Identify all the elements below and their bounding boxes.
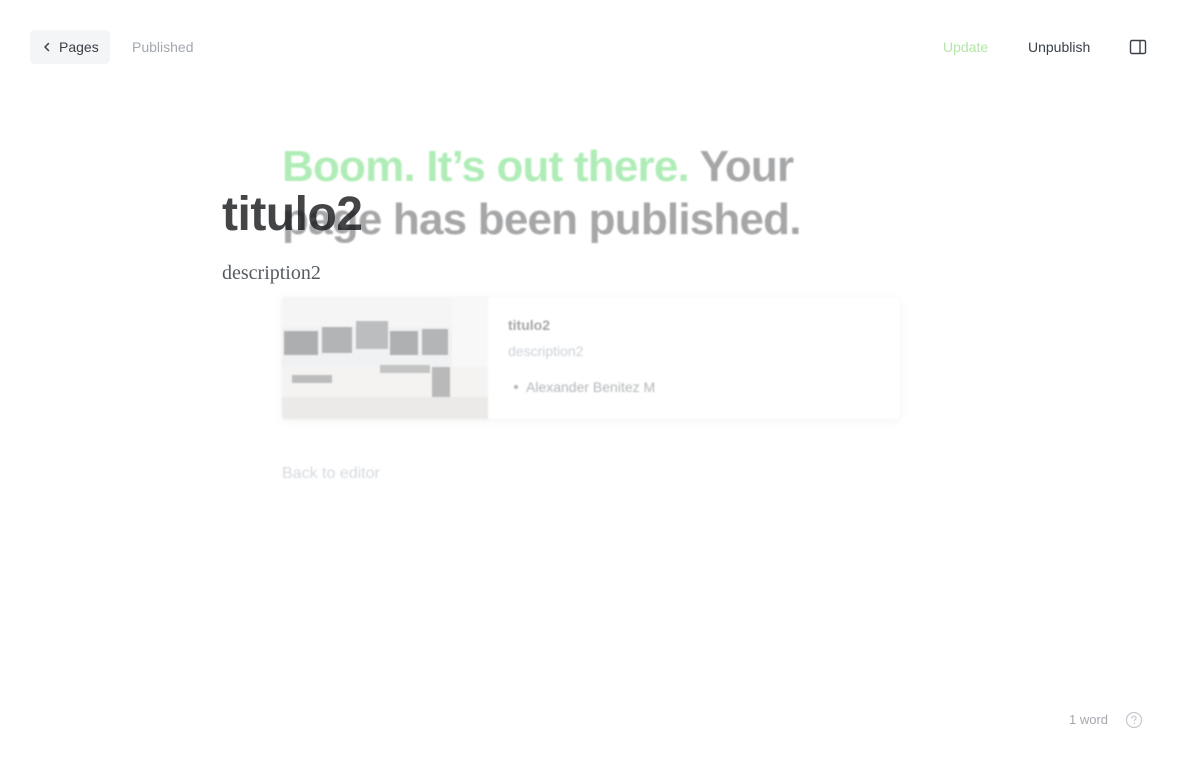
post-feature-image [282, 297, 488, 419]
card-author: Alexander Benitez M [508, 379, 655, 395]
help-circle-icon[interactable] [1125, 711, 1143, 729]
back-to-editor-link[interactable]: Back to editor [282, 465, 380, 483]
publish-headline-accent: Boom. It’s out there. [282, 142, 690, 191]
card-description: description2 [508, 343, 584, 359]
publish-confirmation-modal: Boom. It’s out there. Your page has been… [282, 140, 902, 482]
published-post-card[interactable]: titulo2 description2 Alexander Benitez M [282, 297, 900, 419]
card-author-name: Alexander Benitez M [526, 379, 656, 395]
card-body: titulo2 description2 Alexander Benitez M [488, 297, 675, 419]
publish-headline: Boom. It’s out there. Your page has been… [282, 140, 902, 246]
publish-confirmation-overlay: Boom. It’s out there. Your page has been… [0, 0, 1184, 767]
editor-page: Pages Published Update Unpublish titulo2… [0, 0, 1184, 767]
author-bullet [514, 385, 518, 389]
card-title: titulo2 [508, 317, 550, 333]
word-count: 1 word [1069, 712, 1109, 727]
